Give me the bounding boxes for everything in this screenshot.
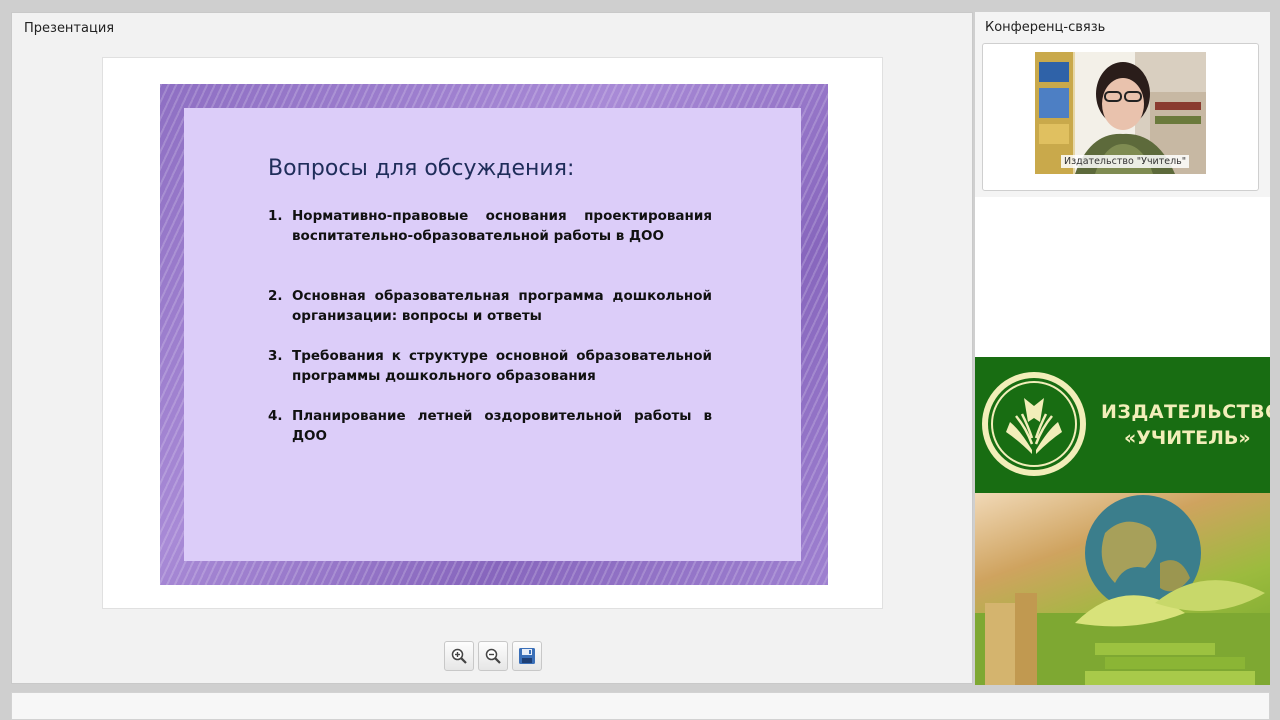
banner-title-line-2: «УЧИТЕЛЬ» xyxy=(1124,427,1251,449)
zoom-in-icon xyxy=(451,648,467,664)
bottom-panel xyxy=(11,692,1270,720)
banner-books-image xyxy=(975,493,1270,685)
list-item-text: Требования к структуре основной образова… xyxy=(292,348,712,384)
slide-list-item: 3. Требования к структуре основной образ… xyxy=(268,346,712,386)
presentation-toolbar xyxy=(444,641,542,671)
participant-name-label: Издательство "Учитель" xyxy=(1061,155,1190,168)
save-icon xyxy=(519,648,535,664)
participant-video: Издательство "Учитель" xyxy=(1035,52,1206,174)
slide-frame: Вопросы для обсуждения: 1. Нормативно-пр… xyxy=(160,84,828,585)
list-item-text: Нормативно-правовые основания проектиров… xyxy=(292,208,712,244)
zoom-out-icon xyxy=(485,648,501,664)
publisher-logo-icon xyxy=(982,372,1086,476)
save-button[interactable] xyxy=(512,641,542,671)
slide-content: Вопросы для обсуждения: 1. Нормативно-пр… xyxy=(184,108,801,561)
zoom-in-button[interactable] xyxy=(444,641,474,671)
empty-panel-area xyxy=(975,197,1270,357)
list-item-text: Планирование летней оздоровительной рабо… xyxy=(292,408,712,444)
list-item-number: 2. xyxy=(268,288,283,304)
slide-question-list: 1. Нормативно-правовые основания проекти… xyxy=(268,206,712,446)
list-item-number: 1. xyxy=(268,208,283,224)
presentation-panel-title: Презентация xyxy=(24,21,115,36)
conference-panel: Конференц-связь Издательство "Учитель" xyxy=(975,12,1270,197)
banner-title-line-1: ИЗДАТЕЛЬСТВО xyxy=(1101,401,1270,423)
slide-heading: Вопросы для обсуждения: xyxy=(268,156,575,181)
slide-list-item: 2. Основная образовательная программа до… xyxy=(268,286,712,326)
publisher-banner[interactable]: ИЗДАТЕЛЬСТВО «УЧИТЕЛЬ» xyxy=(975,357,1270,685)
video-tile[interactable]: Издательство "Учитель" xyxy=(982,43,1259,191)
books-globe-image xyxy=(975,495,1270,685)
conference-panel-title: Конференц-связь xyxy=(985,20,1106,35)
banner-green-header: ИЗДАТЕЛЬСТВО «УЧИТЕЛЬ» xyxy=(975,357,1270,493)
slide-viewer[interactable]: Вопросы для обсуждения: 1. Нормативно-пр… xyxy=(102,57,883,609)
slide-list-item: 1. Нормативно-правовые основания проекти… xyxy=(268,206,712,246)
list-item-number: 4. xyxy=(268,408,283,424)
list-item-text: Основная образовательная программа дошко… xyxy=(292,288,712,324)
presentation-panel: Презентация Вопросы для обсуждения: 1. Н… xyxy=(11,12,973,684)
zoom-out-button[interactable] xyxy=(478,641,508,671)
list-item-number: 3. xyxy=(268,348,283,364)
slide-list-item: 4. Планирование летней оздоровительной р… xyxy=(268,406,712,446)
